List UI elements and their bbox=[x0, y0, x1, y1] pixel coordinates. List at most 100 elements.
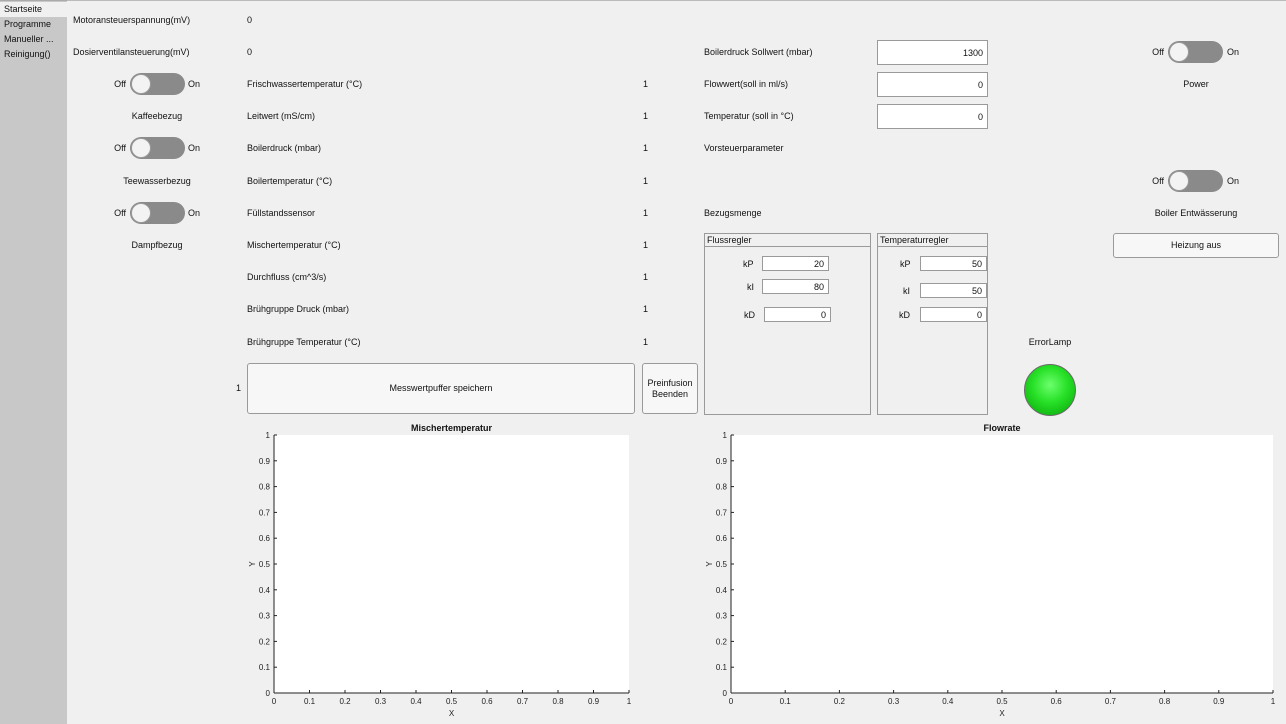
y-tick-label: 0.9 bbox=[716, 457, 728, 466]
tab-reinigung[interactable]: Reinigung() bbox=[0, 47, 67, 62]
save-buffer-button[interactable]: Messwertpuffer speichern bbox=[247, 363, 635, 414]
power-on-label: On bbox=[1227, 47, 1240, 57]
motor-value: 0 bbox=[247, 15, 253, 25]
mischertemperatur-plot: 0 0.1 0.2 0.3 0.4 0.5 0.6 0.7 0.8 0.9 1 0 0.1 0.2 0.3 0… bbox=[248, 431, 632, 718]
y-tick-label: 0.8 bbox=[259, 483, 271, 492]
sensor-value: 1 bbox=[643, 337, 649, 347]
x-tick-label: 0.3 bbox=[888, 697, 900, 706]
x-tick-label: 1 bbox=[1271, 697, 1276, 706]
flussregler-kp-input[interactable] bbox=[762, 256, 829, 271]
sensor-label: Frischwassertemperatur (°C) bbox=[247, 79, 363, 89]
y-tick-label: 0.3 bbox=[716, 612, 728, 621]
sensor-label: Füllstandssensor bbox=[247, 208, 316, 218]
switch-knob bbox=[131, 138, 151, 158]
x-tick-label: 0.2 bbox=[834, 697, 846, 706]
temperaturregler-kp-label: kP bbox=[900, 259, 911, 269]
sensor-label: Boilertemperatur (°C) bbox=[247, 176, 333, 186]
kaffee-switch[interactable] bbox=[130, 73, 185, 95]
tab-programme[interactable]: Programme bbox=[0, 17, 67, 32]
sensor-value: 1 bbox=[643, 176, 649, 186]
x-tick-label: 0.7 bbox=[517, 697, 529, 706]
entwaesserung-off-label: Off bbox=[1152, 176, 1164, 186]
tee-off-label: Off bbox=[114, 143, 126, 153]
flussregler-ki-input[interactable] bbox=[762, 279, 829, 294]
kaffee-off-label: Off bbox=[114, 79, 126, 89]
y-tick-label: 0.7 bbox=[259, 508, 271, 517]
sensor-value: 1 bbox=[643, 79, 649, 89]
flussregler-kd-label: kD bbox=[744, 310, 755, 320]
sensor-label: Durchfluss (cm^3/s) bbox=[247, 272, 327, 282]
x-tick-label: 0.5 bbox=[446, 697, 458, 706]
motor-label: Motoransteuerspannung(mV) bbox=[73, 15, 191, 25]
y-tick-label: 0.4 bbox=[259, 586, 271, 595]
preinfusion-end-button[interactable]: Preinfusion Beenden bbox=[642, 363, 698, 414]
power-switch[interactable] bbox=[1168, 41, 1223, 63]
x-tick-label: 0.8 bbox=[1159, 697, 1171, 706]
dampf-switch[interactable] bbox=[130, 202, 185, 224]
boilerdruck-label: Boilerdruck Sollwert (mbar) bbox=[704, 47, 813, 57]
sensor-value: 1 bbox=[643, 240, 649, 250]
sensor-value: 1 bbox=[643, 272, 649, 282]
power-label: Power bbox=[1183, 79, 1209, 89]
switch-knob bbox=[131, 74, 151, 94]
boilerdruck-input[interactable] bbox=[877, 40, 988, 65]
x-tick-label: 0.1 bbox=[780, 697, 792, 706]
x-tick-label: 0 bbox=[272, 697, 277, 706]
y-tick-label: 0.6 bbox=[716, 534, 728, 543]
y-tick-label: 0.6 bbox=[259, 534, 271, 543]
x-tick-label: 0.4 bbox=[942, 697, 954, 706]
flow-label: Flowwert(soll in ml/s) bbox=[704, 79, 789, 89]
x-tick-label: 0.2 bbox=[339, 697, 351, 706]
flussregler-ki-label: kI bbox=[747, 282, 755, 292]
y-tick-label: 0.2 bbox=[716, 637, 728, 646]
flow-input[interactable] bbox=[877, 72, 988, 97]
error-lamp bbox=[1024, 364, 1076, 416]
x-tick-label: 0.1 bbox=[304, 697, 316, 706]
temperaturregler-kd-input[interactable] bbox=[920, 307, 987, 322]
error-lamp-label: ErrorLamp bbox=[1028, 337, 1072, 347]
y-tick-label: 0.5 bbox=[259, 560, 271, 569]
temperaturregler-kp-input[interactable] bbox=[920, 256, 987, 271]
temperaturregler-ki-input[interactable] bbox=[920, 283, 987, 298]
entwaesserung-switch[interactable] bbox=[1168, 170, 1223, 192]
plot-area bbox=[274, 435, 629, 693]
x-tick-label: 0.3 bbox=[375, 697, 387, 706]
x-tick-label: 0 bbox=[729, 697, 734, 706]
entwaesserung-label: Boiler Entwässerung bbox=[1154, 208, 1238, 218]
temperaturregler-kd-label: kD bbox=[899, 310, 910, 320]
x-tick-label: 1 bbox=[627, 697, 632, 706]
y-axis-label: Y bbox=[248, 561, 257, 567]
sensor-value: 1 bbox=[643, 208, 649, 218]
kaffee-on-label: On bbox=[188, 79, 201, 89]
x-tick-label: 0.4 bbox=[410, 697, 422, 706]
sensor-label: Leitwert (mS/cm) bbox=[247, 111, 316, 121]
tab-startseite[interactable]: Startseite bbox=[0, 2, 67, 17]
flussregler-kd-input[interactable] bbox=[764, 307, 831, 322]
x-tick-label: 0.9 bbox=[588, 697, 600, 706]
dampf-on-label: On bbox=[188, 208, 201, 218]
switch-knob bbox=[1169, 171, 1189, 191]
temp-input[interactable] bbox=[877, 104, 988, 129]
y-tick-label: 0.3 bbox=[259, 612, 271, 621]
dosier-value: 0 bbox=[247, 47, 253, 57]
sensor-value: 1 bbox=[643, 304, 649, 314]
x-tick-label: 0.5 bbox=[996, 697, 1008, 706]
x-tick-label: 0.8 bbox=[552, 697, 564, 706]
y-tick-label: 0.2 bbox=[259, 637, 271, 646]
sensor-value: 1 bbox=[643, 111, 649, 121]
flussregler-kp-label: kP bbox=[743, 259, 754, 269]
plot-area bbox=[731, 435, 1273, 693]
y-tick-label: 0.5 bbox=[716, 560, 728, 569]
tab-manueller[interactable]: Manueller ... bbox=[0, 32, 67, 47]
power-off-label: Off bbox=[1152, 47, 1164, 57]
y-tick-label: 0.8 bbox=[716, 483, 728, 492]
sensor-label: Mischertemperatur (°C) bbox=[247, 240, 341, 250]
y-axis-label: Y bbox=[705, 561, 714, 567]
heizung-aus-button[interactable]: Heizung aus bbox=[1113, 233, 1279, 258]
tee-switch[interactable] bbox=[130, 137, 185, 159]
temperaturregler-title: Temperaturregler bbox=[878, 234, 987, 247]
entwaesserung-on-label: On bbox=[1227, 176, 1240, 186]
sensor-label: Brühgruppe Temperatur (°C) bbox=[247, 337, 361, 347]
switch-knob bbox=[1169, 42, 1189, 62]
vorsteuer-label: Vorsteuerparameter bbox=[704, 143, 784, 153]
